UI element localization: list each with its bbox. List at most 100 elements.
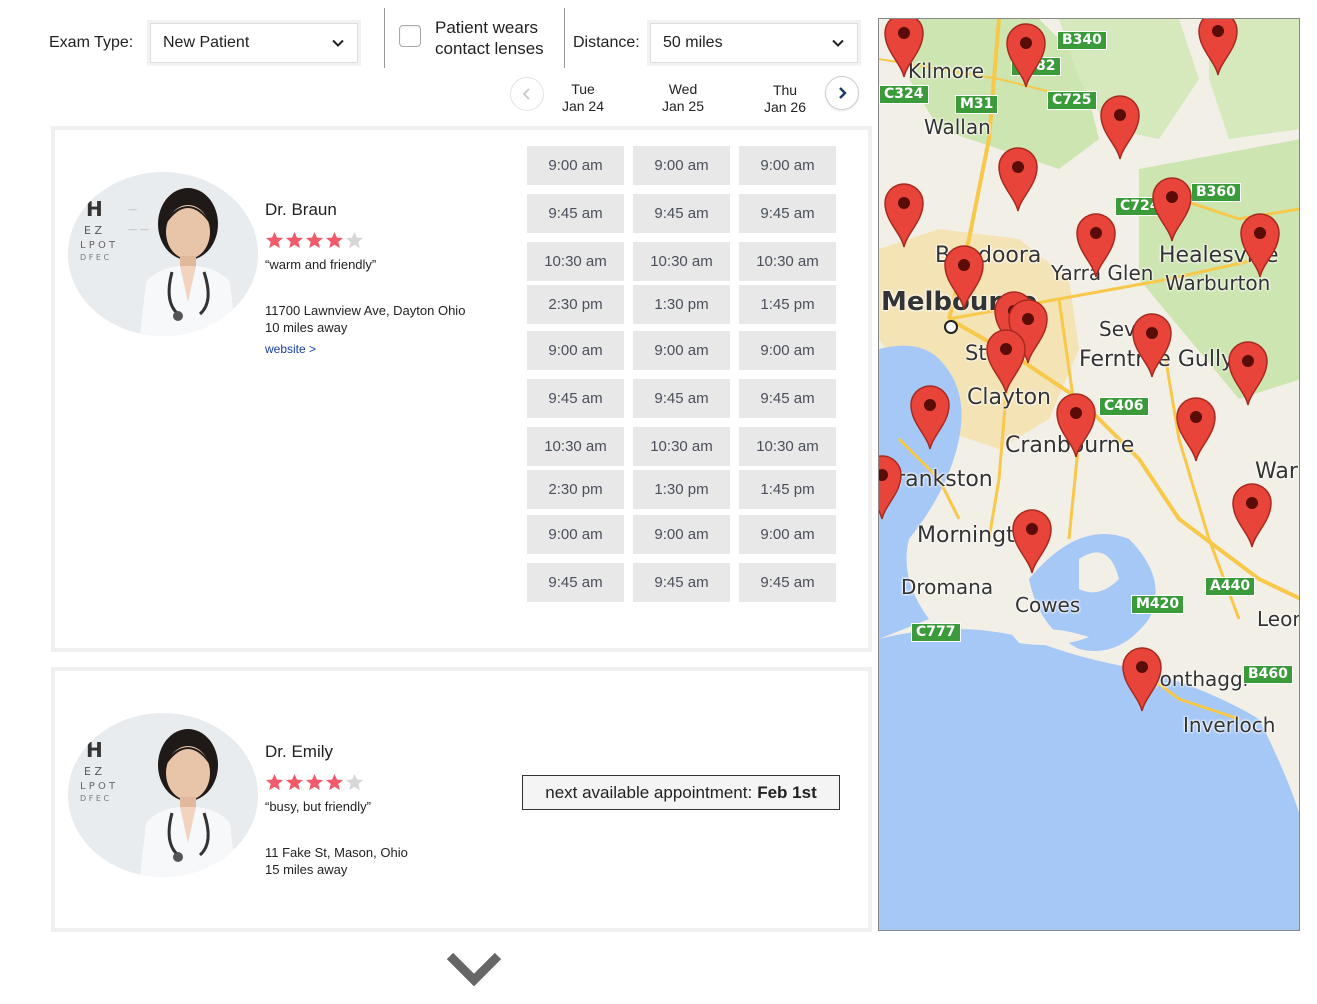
map-pin-icon[interactable] [1229, 479, 1275, 549]
appointment-slot-button[interactable]: 9:45 am [739, 194, 836, 233]
appointment-slot-button[interactable]: 1:30 pm [633, 470, 730, 509]
appointment-slot-button[interactable]: 9:45 am [633, 194, 730, 233]
doctor-portrait-image: H E Z L P O T D F E C — — — [68, 172, 258, 336]
appointment-slot-button[interactable]: 9:45 am [527, 194, 624, 233]
map-pin-icon[interactable] [881, 18, 927, 79]
road-marker: C725 [1047, 91, 1097, 110]
appointment-slot-button[interactable]: 10:30 am [633, 427, 730, 466]
chevron-down-icon [832, 39, 844, 47]
map-pin-icon[interactable] [1173, 393, 1219, 463]
contact-lenses-checkbox[interactable] [399, 25, 421, 47]
star-empty-icon [345, 773, 364, 791]
star-rating [265, 231, 364, 250]
appointment-slot-button[interactable]: 9:00 am [739, 331, 836, 370]
star-filled-icon [285, 231, 304, 249]
road-marker: C777 [911, 623, 961, 642]
appointment-slot-button[interactable]: 9:45 am [633, 379, 730, 418]
star-filled-icon [305, 231, 324, 249]
star-filled-icon [325, 231, 344, 249]
distance-line: 15 miles away [265, 862, 348, 877]
doctor-card: H E Z L P O T D F E C Dr. Emily “busy, b… [51, 667, 872, 932]
appointment-slot-button[interactable]: 9:45 am [739, 379, 836, 418]
appointment-slot-button[interactable]: 2:30 pm [527, 285, 624, 324]
date-date: Jan 26 [763, 99, 807, 115]
appointment-slot-button[interactable]: 2:30 pm [527, 470, 624, 509]
map-pin-icon[interactable] [1225, 337, 1271, 407]
doctor-name[interactable]: Dr. Emily [265, 742, 333, 762]
svg-text:H: H [86, 197, 103, 221]
map-pin-icon[interactable] [1237, 209, 1283, 279]
appointment-slot-button[interactable]: 9:00 am [527, 146, 624, 185]
appointment-slot-button[interactable]: 9:00 am [633, 331, 730, 370]
date-day: Tue [571, 81, 595, 97]
map-pin-icon[interactable] [907, 381, 953, 451]
doctor-address: 11700 Lawnview Ave, Dayton Ohio 10 miles… [265, 302, 465, 336]
next-available-appointment-button[interactable]: next available appointment: Feb 1st [522, 775, 840, 810]
exam-type-select[interactable]: New Patient [150, 23, 358, 63]
map-pin-icon[interactable] [995, 143, 1041, 213]
distance-select[interactable]: 50 miles [650, 23, 858, 63]
chevron-right-icon [839, 87, 847, 99]
map-pin-icon[interactable] [1009, 505, 1055, 575]
appointment-slot-button[interactable]: 9:45 am [527, 379, 624, 418]
doctor-card: H E Z L P O T D F E C — — — Dr. Braun “w… [51, 126, 872, 652]
svg-text:—: — [128, 205, 137, 215]
appointment-slot-button[interactable]: 10:30 am [739, 242, 836, 281]
map-pin-icon[interactable] [1119, 643, 1165, 713]
map-pin-icon[interactable] [1195, 18, 1241, 77]
map-pin-icon[interactable] [941, 241, 987, 311]
map-pin-icon[interactable] [1053, 389, 1099, 459]
map-pin-icon[interactable] [1149, 173, 1195, 243]
star-filled-icon [325, 773, 344, 791]
doctor-portrait-image: H E Z L P O T D F E C [68, 713, 258, 877]
doctor-name[interactable]: Dr. Braun [265, 200, 337, 220]
svg-text:D F E C: D F E C [80, 794, 109, 803]
appointment-slot-button[interactable]: 9:00 am [527, 515, 624, 554]
map-pin-icon[interactable] [1129, 309, 1175, 379]
map-place-label: Wallan [924, 115, 991, 139]
appointment-slot-button[interactable]: 9:00 am [527, 331, 624, 370]
map-pin-icon[interactable] [1003, 19, 1049, 89]
next-dates-button[interactable] [825, 76, 859, 110]
filter-divider [564, 8, 565, 68]
chevron-down-icon [332, 39, 344, 47]
appointment-slot-button[interactable]: 9:00 am [633, 515, 730, 554]
appointment-slot-button[interactable]: 9:00 am [739, 515, 836, 554]
road-marker: M31 [955, 95, 999, 114]
appointment-slot-button[interactable]: 1:30 pm [633, 285, 730, 324]
contact-lenses-label: Patient wears contact lenses [435, 17, 544, 59]
address-line: 11 Fake St, Mason, Ohio [265, 845, 408, 860]
appointment-slot-button[interactable]: 1:45 pm [739, 470, 836, 509]
appointment-slot-button[interactable]: 9:45 am [633, 563, 730, 602]
results-map[interactable]: Kilmore Wallan Bundoora Yarra Glen Heale… [878, 18, 1300, 931]
appointment-slot-button[interactable]: 9:00 am [739, 146, 836, 185]
svg-text:L P O T: L P O T [80, 781, 116, 792]
prev-dates-button[interactable] [510, 77, 544, 111]
appointment-slot-button[interactable]: 10:30 am [739, 427, 836, 466]
map-pin-icon[interactable] [983, 325, 1029, 395]
distance-value: 50 miles [663, 34, 723, 51]
appointment-slot-button[interactable]: 9:45 am [739, 563, 836, 602]
map-pin-icon[interactable] [881, 179, 927, 249]
star-empty-icon [345, 231, 364, 249]
appointment-slot-button[interactable]: 10:30 am [633, 242, 730, 281]
appointment-slot-button[interactable]: 10:30 am [527, 427, 624, 466]
doctor-address: 11 Fake St, Mason, Ohio 15 miles away [265, 844, 408, 878]
map-pin-icon[interactable] [1097, 91, 1143, 161]
map-pin-icon[interactable] [878, 451, 905, 521]
appointment-slot-button[interactable]: 1:45 pm [739, 285, 836, 324]
next-available-date: Feb 1st [757, 782, 817, 802]
map-pin-icon[interactable] [1073, 209, 1119, 279]
svg-text:— —: — — [128, 225, 149, 235]
date-day: Thu [772, 82, 798, 98]
doctor-website-link[interactable]: website > [265, 342, 316, 356]
star-filled-icon [265, 231, 284, 249]
road-marker: B340 [1057, 31, 1107, 50]
appointment-slot-button[interactable]: 9:00 am [633, 146, 730, 185]
appointment-slot-button[interactable]: 10:30 am [527, 242, 624, 281]
appointment-slot-button[interactable]: 9:45 am [527, 563, 624, 602]
show-more-chevron-icon[interactable] [446, 950, 502, 990]
star-rating [265, 773, 364, 792]
road-marker: A440 [1205, 577, 1256, 596]
star-filled-icon [285, 773, 304, 791]
